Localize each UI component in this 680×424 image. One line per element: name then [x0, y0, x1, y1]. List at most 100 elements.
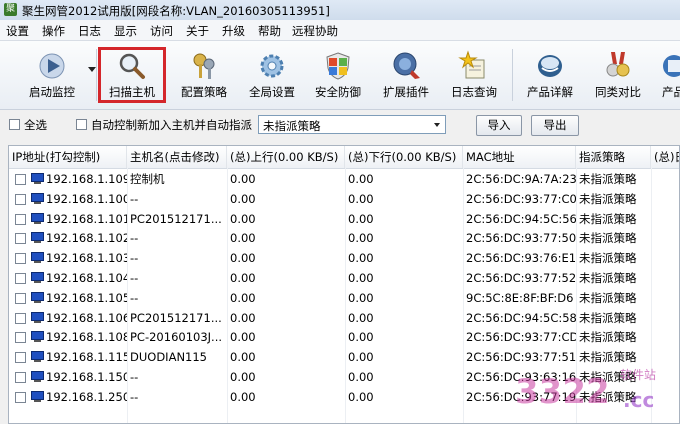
cell-download: 0.00	[348, 271, 374, 285]
log-query-button[interactable]: 日志查询	[442, 41, 506, 109]
menu-about[interactable]: 关于	[186, 23, 209, 39]
table-row[interactable]: 192.168.1.100 -- 0.00 0.00 2C:56:DC:93:77:C0…	[9, 190, 679, 209]
cell-hostname: --	[130, 231, 139, 246]
cell-policy: 未指派策略	[579, 251, 637, 266]
col-download[interactable]: (总)下行(0.00 KB/S)	[345, 146, 463, 168]
cell-ip: 192.168.1.101	[46, 211, 127, 226]
start-monitor-dropdown-arrow[interactable]	[88, 67, 96, 72]
product-details-button[interactable]: 产品详解	[518, 41, 582, 109]
menu-log[interactable]: 日志	[78, 23, 101, 39]
cell-ip: 192.168.1.108	[46, 330, 127, 345]
cell-download: 0.00	[348, 211, 374, 226]
table-row[interactable]: 192.168.1.103 -- 0.00 0.00 2C:56:DC:93:76:E1…	[9, 249, 679, 268]
row-checkbox[interactable]	[15, 352, 26, 364]
cell-hostname: PC-20160103J...	[130, 330, 223, 345]
computer-icon	[31, 331, 44, 343]
menu-upgrade[interactable]: 升级	[222, 23, 245, 39]
row-checkbox[interactable]	[15, 233, 26, 245]
col-hostname[interactable]: 主机名(点击修改)	[127, 146, 227, 168]
compare-similar-label: 同类对比	[595, 85, 641, 99]
cell-download: 0.00	[348, 330, 374, 345]
extension-plugins-button[interactable]: 扩展插件	[374, 41, 438, 109]
start-monitor-label: 启动监控	[29, 85, 75, 99]
medal-icon	[606, 52, 630, 77]
menu-remote-assist[interactable]: 远程协助	[292, 23, 338, 39]
cell-upload: 0.00	[230, 231, 256, 246]
cell-hostname: --	[130, 370, 139, 384]
auto-control-checkbox[interactable]	[76, 119, 87, 130]
table-row[interactable]: 192.168.1.105 -- 0.00 0.00 9C:5C:8E:8F:BF:D6…	[9, 289, 679, 308]
menu-help[interactable]: 帮助	[258, 23, 281, 39]
row-checkbox[interactable]	[15, 312, 26, 324]
cell-hostname: --	[130, 251, 139, 266]
cell-mac: 2C:56:DC:94:5C:56	[466, 211, 576, 226]
policy-select-value: 未指派策略	[263, 119, 321, 133]
table-row[interactable]: 192.168.1.101 PC201512171... 0.00 0.00 2C:56…	[9, 210, 679, 229]
table-row[interactable]: 192.168.1.108 PC-20160103J... 0.00 0.00 2C:5…	[9, 328, 679, 347]
global-settings-button[interactable]: 全局设置	[240, 41, 304, 109]
cell-upload: 0.00	[230, 172, 256, 186]
select-all-checkbox[interactable]	[9, 119, 20, 130]
col-ip[interactable]: IP地址(打勾控制)	[9, 146, 127, 168]
product-more-button[interactable]: 产品	[652, 41, 680, 109]
import-button[interactable]: 导入	[476, 115, 522, 136]
watermark-domain: .cc	[623, 388, 655, 412]
cell-upload: 0.00	[230, 330, 256, 345]
row-checkbox[interactable]	[15, 253, 26, 265]
cell-ip: 192.168.1.100	[46, 191, 127, 206]
export-button[interactable]: 导出	[531, 115, 579, 136]
cell-ip: 192.168.1.109	[46, 172, 127, 186]
cell-download: 0.00	[348, 191, 374, 206]
compare-similar-button[interactable]: 同类对比	[586, 41, 650, 109]
start-monitor-button[interactable]: 启动监控	[20, 41, 84, 109]
table-row[interactable]: 192.168.1.109 控制机 0.00 0.00 2C:56:DC:9A:7A:2…	[9, 170, 679, 189]
cell-policy: 未指派策略	[579, 310, 637, 325]
cell-policy: 未指派策略	[579, 231, 637, 246]
computer-icon	[31, 272, 44, 283]
computer-icon	[31, 390, 44, 402]
cell-ip: 192.168.1.106	[46, 310, 127, 325]
menu-access[interactable]: 访问	[150, 23, 173, 39]
product-icon	[538, 55, 562, 77]
row-checkbox[interactable]	[15, 332, 26, 344]
watermark-logo: 软件站 3322 .cc	[505, 360, 680, 424]
cell-policy: 未指派策略	[579, 191, 637, 206]
col-upload[interactable]: (总)上行(0.00 KB/S)	[227, 146, 345, 168]
cell-download: 0.00	[348, 350, 374, 365]
menu-display[interactable]: 显示	[114, 23, 137, 39]
col-daily[interactable]: (总)日	[651, 146, 679, 168]
row-checkbox[interactable]	[15, 273, 26, 284]
policy-select[interactable]: 未指派策略	[258, 115, 446, 134]
table-row[interactable]: 192.168.1.102 -- 0.00 0.00 2C:56:DC:93:77:50…	[9, 229, 679, 248]
log-icon	[458, 50, 485, 79]
table-row[interactable]: 192.168.1.104 -- 0.00 0.00 2C:56:DC:93:77:52…	[9, 269, 679, 288]
cell-mac: 2C:56:DC:93:76:E1	[466, 251, 576, 266]
config-policy-button[interactable]: 配置策略	[172, 41, 236, 109]
menu-operate[interactable]: 操作	[42, 23, 65, 39]
row-checkbox[interactable]	[15, 193, 26, 205]
cell-hostname: DUODIAN115	[130, 350, 207, 365]
cell-mac: 2C:56:DC:9A:7A:23	[466, 172, 576, 186]
row-checkbox[interactable]	[15, 372, 26, 383]
cell-upload: 0.00	[230, 389, 256, 404]
row-checkbox[interactable]	[15, 292, 26, 304]
computer-icon	[31, 192, 44, 204]
cell-hostname: --	[130, 271, 139, 285]
toolbar-separator	[96, 49, 97, 101]
table-row[interactable]: 192.168.1.106 PC201512171... 0.00 0.00 2C:56…	[9, 309, 679, 328]
shield-icon	[326, 52, 350, 80]
col-mac[interactable]: MAC地址	[463, 146, 576, 168]
row-checkbox[interactable]	[15, 391, 26, 403]
computer-icon	[31, 291, 44, 303]
row-checkbox[interactable]	[15, 174, 26, 185]
menu-settings[interactable]: 设置	[6, 23, 29, 39]
table-header: IP地址(打勾控制) 主机名(点击修改) (总)上行(0.00 KB/S) (总…	[9, 146, 679, 169]
col-policy[interactable]: 指派策略	[576, 146, 651, 168]
cell-policy: 未指派策略	[579, 290, 637, 305]
cell-hostname: --	[130, 290, 139, 305]
row-checkbox[interactable]	[15, 213, 26, 225]
cell-hostname: PC201512171...	[130, 211, 222, 226]
security-defense-button[interactable]: 安全防御	[306, 41, 370, 109]
computer-icon	[31, 173, 44, 184]
title-bar: 聚 聚生网管2012试用版[网段名称:VLAN_20160305113951]	[0, 0, 680, 21]
